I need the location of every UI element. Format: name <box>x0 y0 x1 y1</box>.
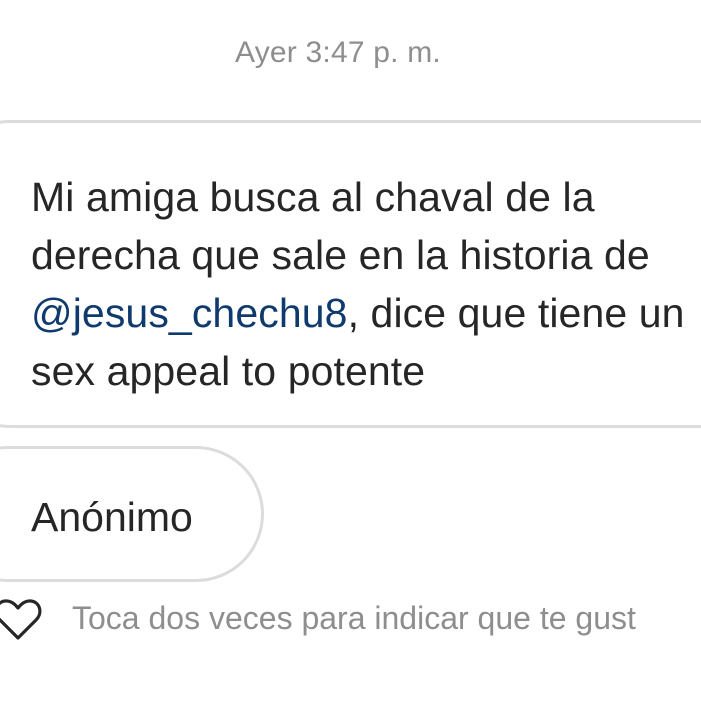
heart-outline-icon[interactable] <box>0 596 42 642</box>
message-bubble[interactable]: Mi amiga busca al chaval de la derecha q… <box>0 120 701 428</box>
mention-link[interactable]: @jesus_chechu8 <box>31 290 348 336</box>
message-timestamp: Ayer 3:47 p. m. <box>235 36 441 69</box>
reaction-hint-row: Toca dos veces para indicar que te gust <box>0 596 701 646</box>
sender-label: Anónimo <box>31 494 193 540</box>
sender-bubble[interactable]: Anónimo <box>0 446 264 582</box>
message-text-part: Mi amiga busca al chaval de la derecha q… <box>31 174 650 278</box>
dm-thread-screen: Ayer 3:47 p. m. Mi amiga busca al chaval… <box>0 0 701 701</box>
double-tap-hint: Toca dos veces para indicar que te gust <box>72 600 636 636</box>
message-text: Mi amiga busca al chaval de la derecha q… <box>31 168 701 400</box>
